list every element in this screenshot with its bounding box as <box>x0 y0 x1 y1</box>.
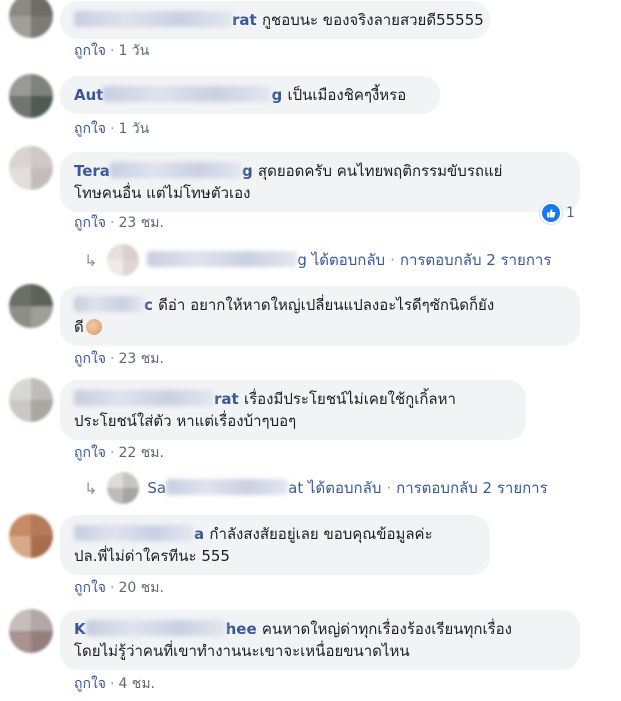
comment-bubble: a กำลังสงสัยอยู่เลย ขอบคุณข้อมูลค่ะ ปล.พี… <box>60 515 490 575</box>
reply-count[interactable]: การตอบกลับ 2 รายการ <box>396 476 548 500</box>
commenter-avatar[interactable] <box>9 0 53 38</box>
comment-actions: ถูกใจ · 22 ชม. <box>74 445 164 461</box>
commenter-avatar[interactable] <box>9 74 53 118</box>
commenter-name[interactable]: c <box>74 296 158 314</box>
reaction-count: 1 <box>566 205 575 221</box>
comment-actions: ถูกใจ · 1 วัน <box>74 121 150 137</box>
comment-bubble: Aut g เป็นเมืองชิคๆงี้หรอ <box>60 76 440 114</box>
comment-bubble: rat เรื่องมีประโยชน์ไม่เคยใช้กูเกิ้ลหา ปร… <box>60 380 526 440</box>
reply-count[interactable]: การตอบกลับ 2 รายการ <box>400 248 552 272</box>
commenter-avatar[interactable] <box>9 514 53 558</box>
commenter-name[interactable]: Aut g <box>74 86 287 104</box>
commenter-name[interactable]: rat <box>74 390 244 408</box>
comment-actions: ถูกใจ · 1 วัน <box>74 43 150 59</box>
comment-timestamp[interactable]: 4 ชม. <box>118 676 155 692</box>
comment-timestamp[interactable]: 1 วัน <box>118 43 149 59</box>
like-link[interactable]: ถูกใจ <box>74 676 106 692</box>
comment-actions: ถูกใจ · 23 ชม. <box>74 351 164 367</box>
like-link[interactable]: ถูกใจ <box>74 43 106 59</box>
like-link[interactable]: ถูกใจ <box>74 215 106 231</box>
commenter-name[interactable]: rat <box>74 11 262 29</box>
comment-bubble: Khee คนหาดใหญ่ด่าทุกเรื่องร้องเรียนทุกเร… <box>60 610 580 670</box>
like-link[interactable]: ถูกใจ <box>74 580 106 596</box>
comment-timestamp[interactable]: 23 ชม. <box>118 351 163 367</box>
comment-timestamp[interactable]: 1 วัน <box>118 121 149 137</box>
comment-timestamp[interactable]: 23 ชม. <box>118 215 163 231</box>
reply-arrow-icon: ↳ <box>84 478 98 498</box>
like-link[interactable]: ถูกใจ <box>74 121 106 137</box>
commenter-avatar[interactable] <box>9 609 53 653</box>
comment-actions: ถูกใจ · 23 ชม. <box>74 215 164 231</box>
comment-text: กูชอบนะ ของจริงลายสวยดี55555 <box>261 11 484 29</box>
like-link[interactable]: ถูกใจ <box>74 445 106 461</box>
replied-label: ได้ตอบกลับ <box>311 251 386 269</box>
comment-bubble: rat กูชอบนะ ของจริงลายสวยดี55555 <box>60 1 490 39</box>
reply-arrow-icon: ↳ <box>84 250 98 270</box>
comment-actions: ถูกใจ · 4 ชม. <box>74 676 155 692</box>
like-link[interactable]: ถูกใจ <box>74 351 106 367</box>
commenter-avatar[interactable] <box>9 284 53 328</box>
clap-emoji-icon <box>85 319 102 335</box>
commenter-avatar[interactable] <box>9 378 53 422</box>
comment-bubble: c ดีอ่า อยากให้หาดใหญ่เปลี่ยนแปลงอะไรดีๆ… <box>60 286 580 346</box>
comment-timestamp[interactable]: 22 ชม. <box>118 445 163 461</box>
commenter-name[interactable]: a <box>74 525 209 543</box>
comment-bubble: Tera g สุดยอดครับ คนไทยพฤติกรรมขับรถแย่ โท… <box>60 152 580 212</box>
commenter-name[interactable]: Khee <box>74 620 262 638</box>
like-reaction-icon <box>540 202 562 224</box>
replier-avatar <box>107 472 140 504</box>
replied-label: ได้ตอบกลับ <box>307 479 382 497</box>
replier-name[interactable]: g <box>147 251 307 269</box>
reaction-summary[interactable]: 1 <box>540 202 575 224</box>
view-replies-link[interactable]: ↳ g ได้ตอบกลับ · การตอบกลับ 2 รายการ <box>84 244 551 276</box>
commenter-avatar[interactable] <box>9 146 53 190</box>
comment-actions: ถูกใจ · 20 ชม. <box>74 580 164 596</box>
replier-name[interactable]: Sa at <box>147 479 303 497</box>
comment-text: เป็นเมืองชิคๆงี้หรอ <box>287 86 407 104</box>
commenter-name[interactable]: Tera g <box>74 162 258 180</box>
replier-avatar <box>107 244 140 276</box>
view-replies-link[interactable]: ↳ Sa at ได้ตอบกลับ · การตอบกลับ 2 รายการ <box>84 472 548 504</box>
comment-timestamp[interactable]: 20 ชม. <box>118 580 163 596</box>
